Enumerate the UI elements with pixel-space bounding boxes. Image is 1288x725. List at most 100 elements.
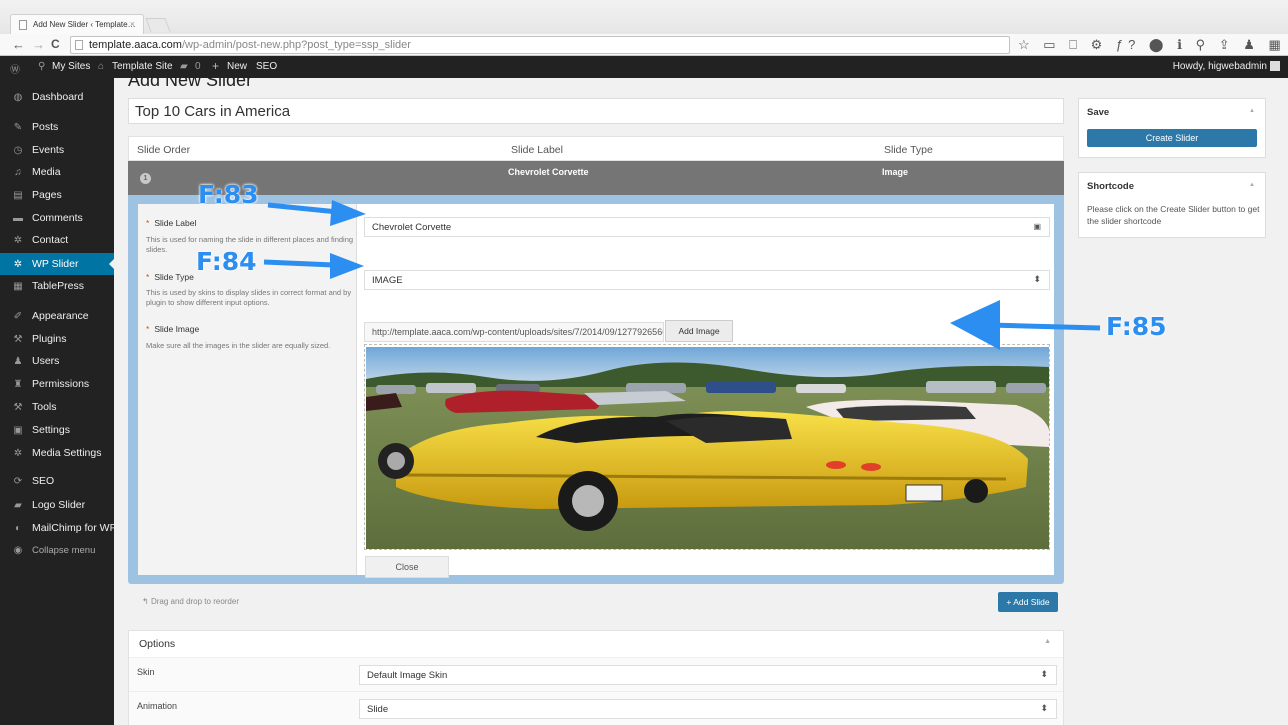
skin-select[interactable]: Default Image Skin ⬍ bbox=[359, 665, 1057, 685]
close-button[interactable]: Close bbox=[365, 556, 449, 578]
media-icon: ♫ bbox=[14, 167, 22, 178]
options-panel: Options ▲ Skin Default Image Skin ⬍ Anim… bbox=[128, 630, 1064, 725]
forward-arrow-icon[interactable]: → bbox=[32, 37, 45, 52]
sidebar-item-label: Tools bbox=[32, 401, 57, 413]
sidebar-item-media[interactable]: ♫ Media bbox=[0, 161, 114, 183]
address-bar[interactable]: template.aaca.com/wp-admin/post-new.php?… bbox=[70, 36, 1010, 54]
extension-icons[interactable]: ☆ ▭ ⎕ ⚙ ƒ? ⬤ ℹ ⚲ ⇪ ♟ ▦ ≡ bbox=[1018, 37, 1288, 53]
sidebar-collapse-menu[interactable]: ◉ Collapse menu bbox=[0, 540, 114, 562]
select-arrows-icon: ⬍ bbox=[1040, 669, 1048, 679]
my-sites-icon: ⚲ bbox=[38, 61, 46, 72]
shortcode-box: Shortcode ▲ Please click on the Create S… bbox=[1078, 172, 1266, 238]
url-path: /wp-admin/post-new.php?post_type=ssp_sli… bbox=[181, 39, 411, 51]
sidebar-item-permissions[interactable]: ♜ Permissions bbox=[0, 373, 114, 395]
slide-type-title: Slide Type bbox=[154, 272, 194, 282]
annotation-f84: F:84 bbox=[196, 247, 257, 276]
site-name-link[interactable]: Template Site bbox=[112, 61, 173, 72]
collapse-arrow-icon[interactable]: ▲ bbox=[1249, 182, 1255, 188]
add-slide-button[interactable]: + Add Slide bbox=[998, 592, 1058, 612]
sidebar-item-dashboard[interactable]: ◍ Dashboard bbox=[0, 86, 114, 108]
shortcode-help-text: Please click on the Create Slider button… bbox=[1087, 204, 1260, 226]
options-title: Options bbox=[139, 638, 176, 650]
slide-row-label: Chevrolet Corvette bbox=[508, 167, 589, 177]
main-content: Add New Slider Top 10 Cars in America Sl… bbox=[114, 78, 1288, 725]
sidebar-item-posts[interactable]: ✎ Posts bbox=[0, 116, 114, 138]
pages-icon: ▤ bbox=[13, 190, 23, 201]
slide-label-title: Slide Label bbox=[154, 218, 197, 228]
wordpress-logo-icon[interactable]: Ⓦ bbox=[10, 61, 20, 76]
slide-label-input[interactable]: Chevrolet Corvette ▣ bbox=[364, 217, 1050, 237]
slides-table-header: Slide Order Slide Label Slide Type bbox=[128, 136, 1064, 161]
sidebar-item-tablepress[interactable]: ▦ TablePress bbox=[0, 275, 114, 297]
sidebar-item-comments[interactable]: ▬ Comments bbox=[0, 207, 114, 229]
select-arrows-icon: ⬍ bbox=[1033, 274, 1041, 284]
user-account-menu[interactable]: Howdy, higwebadmin bbox=[1173, 61, 1280, 72]
sidebar-item-settings[interactable]: ▣ Settings bbox=[0, 419, 114, 441]
sidebar-item-pages[interactable]: ▤ Pages bbox=[0, 184, 114, 206]
close-tab-icon[interactable]: × bbox=[130, 19, 135, 29]
browser-tab-title: Add New Slider ‹ Template… bbox=[33, 20, 136, 29]
collapse-arrow-icon[interactable]: ▲ bbox=[1044, 638, 1051, 645]
comments-count[interactable]: 0 bbox=[195, 61, 201, 72]
sidebar-item-contact[interactable]: ✲ Contact bbox=[0, 229, 114, 251]
slide-type-field-label: * Slide Type bbox=[146, 272, 194, 282]
sidebar-item-label: Permissions bbox=[32, 378, 90, 390]
sidebar-item-seo[interactable]: ⟳ SEO bbox=[0, 470, 114, 492]
browser-tab-bar: Add New Slider ‹ Template… × bbox=[0, 0, 1288, 34]
annotation-f85: F:85 bbox=[1106, 312, 1167, 341]
slide-image-url-input[interactable]: http://template.aaca.com/wp-content/uplo… bbox=[364, 322, 664, 342]
comments-icon[interactable]: ▰ bbox=[180, 61, 188, 72]
slider-title-input[interactable]: Top 10 Cars in America bbox=[128, 98, 1064, 124]
add-image-button[interactable]: Add Image bbox=[665, 320, 733, 342]
sidebar-item-label: TablePress bbox=[32, 280, 84, 292]
avatar bbox=[1270, 61, 1280, 72]
annotation-f83: F:83 bbox=[198, 180, 259, 209]
permissions-icon: ♜ bbox=[13, 379, 23, 390]
sidebar-item-label: Media Settings bbox=[32, 447, 102, 459]
new-content-link[interactable]: New bbox=[227, 61, 247, 72]
browser-tab[interactable]: Add New Slider ‹ Template… × bbox=[10, 14, 144, 34]
mailchimp-icon: ◐ bbox=[14, 523, 22, 534]
sidebar-item-label: Logo Slider bbox=[32, 499, 86, 511]
slide-image-description: Make sure all the images in the slider a… bbox=[146, 341, 331, 350]
animation-value: Slide bbox=[367, 704, 389, 715]
save-box: Save ▲ Create Slider bbox=[1078, 98, 1266, 158]
my-sites-link[interactable]: My Sites bbox=[52, 61, 90, 72]
sidebar-item-media-settings[interactable]: ✲ Media Settings bbox=[0, 442, 114, 464]
sidebar-item-mailchimp[interactable]: ◐ MailChimp for WP bbox=[0, 517, 117, 539]
slide-type-select[interactable]: IMAGE ⬍ bbox=[364, 270, 1050, 290]
sidebar-item-label: Comments bbox=[32, 212, 83, 224]
create-slider-button[interactable]: Create Slider bbox=[1087, 129, 1257, 147]
animation-select[interactable]: Slide ⬍ bbox=[359, 699, 1057, 719]
sidebar-item-logo-slider[interactable]: ▰ Logo Slider bbox=[0, 494, 114, 516]
sidebar-item-events[interactable]: ◷ Events bbox=[0, 139, 114, 161]
pin-icon: ✎ bbox=[13, 122, 23, 133]
reload-icon[interactable]: C bbox=[51, 37, 60, 51]
sidebar-item-label: Media bbox=[32, 166, 61, 178]
sidebar-item-plugins[interactable]: ⚒ Plugins bbox=[0, 328, 114, 350]
sidebar-item-tools[interactable]: ⚒ Tools bbox=[0, 396, 114, 418]
home-icon: ⌂ bbox=[98, 61, 105, 72]
wp-admin-bar: Ⓦ ⚲ My Sites ⌂ Template Site ▰ 0 + New S… bbox=[0, 56, 1288, 78]
save-box-title: Save bbox=[1087, 107, 1110, 118]
collapse-arrow-icon[interactable]: ▲ bbox=[1249, 108, 1255, 114]
back-arrow-icon[interactable]: ← bbox=[12, 37, 25, 52]
table-row[interactable]: 1 Chevrolet Corvette Image bbox=[128, 161, 1064, 195]
sidebar-item-label: Posts bbox=[32, 121, 59, 133]
sidebar-item-wp-slider[interactable]: ✲ WP Slider bbox=[0, 253, 114, 275]
howdy-text: Howdy, higwebadmin bbox=[1172, 61, 1267, 72]
column-header-slide-label: Slide Label bbox=[511, 144, 563, 156]
sidebar-item-appearance[interactable]: ✐ Appearance bbox=[0, 305, 114, 327]
comments-icon: ▬ bbox=[13, 213, 23, 224]
slide-row-type: Image bbox=[882, 167, 909, 177]
gear-icon: ✲ bbox=[13, 235, 23, 246]
table-icon: ▦ bbox=[13, 281, 23, 292]
sidebar-item-label: Events bbox=[32, 144, 65, 156]
plugin-icon: ⚒ bbox=[13, 334, 23, 345]
url-host: template.aaca.com bbox=[89, 39, 182, 51]
sidebar-item-label: Dashboard bbox=[32, 91, 84, 103]
sidebar-item-label: Contact bbox=[32, 234, 69, 246]
seo-link[interactable]: SEO bbox=[256, 61, 277, 72]
new-tab-button[interactable] bbox=[145, 18, 171, 32]
sidebar-item-users[interactable]: ♟ Users bbox=[0, 350, 114, 372]
